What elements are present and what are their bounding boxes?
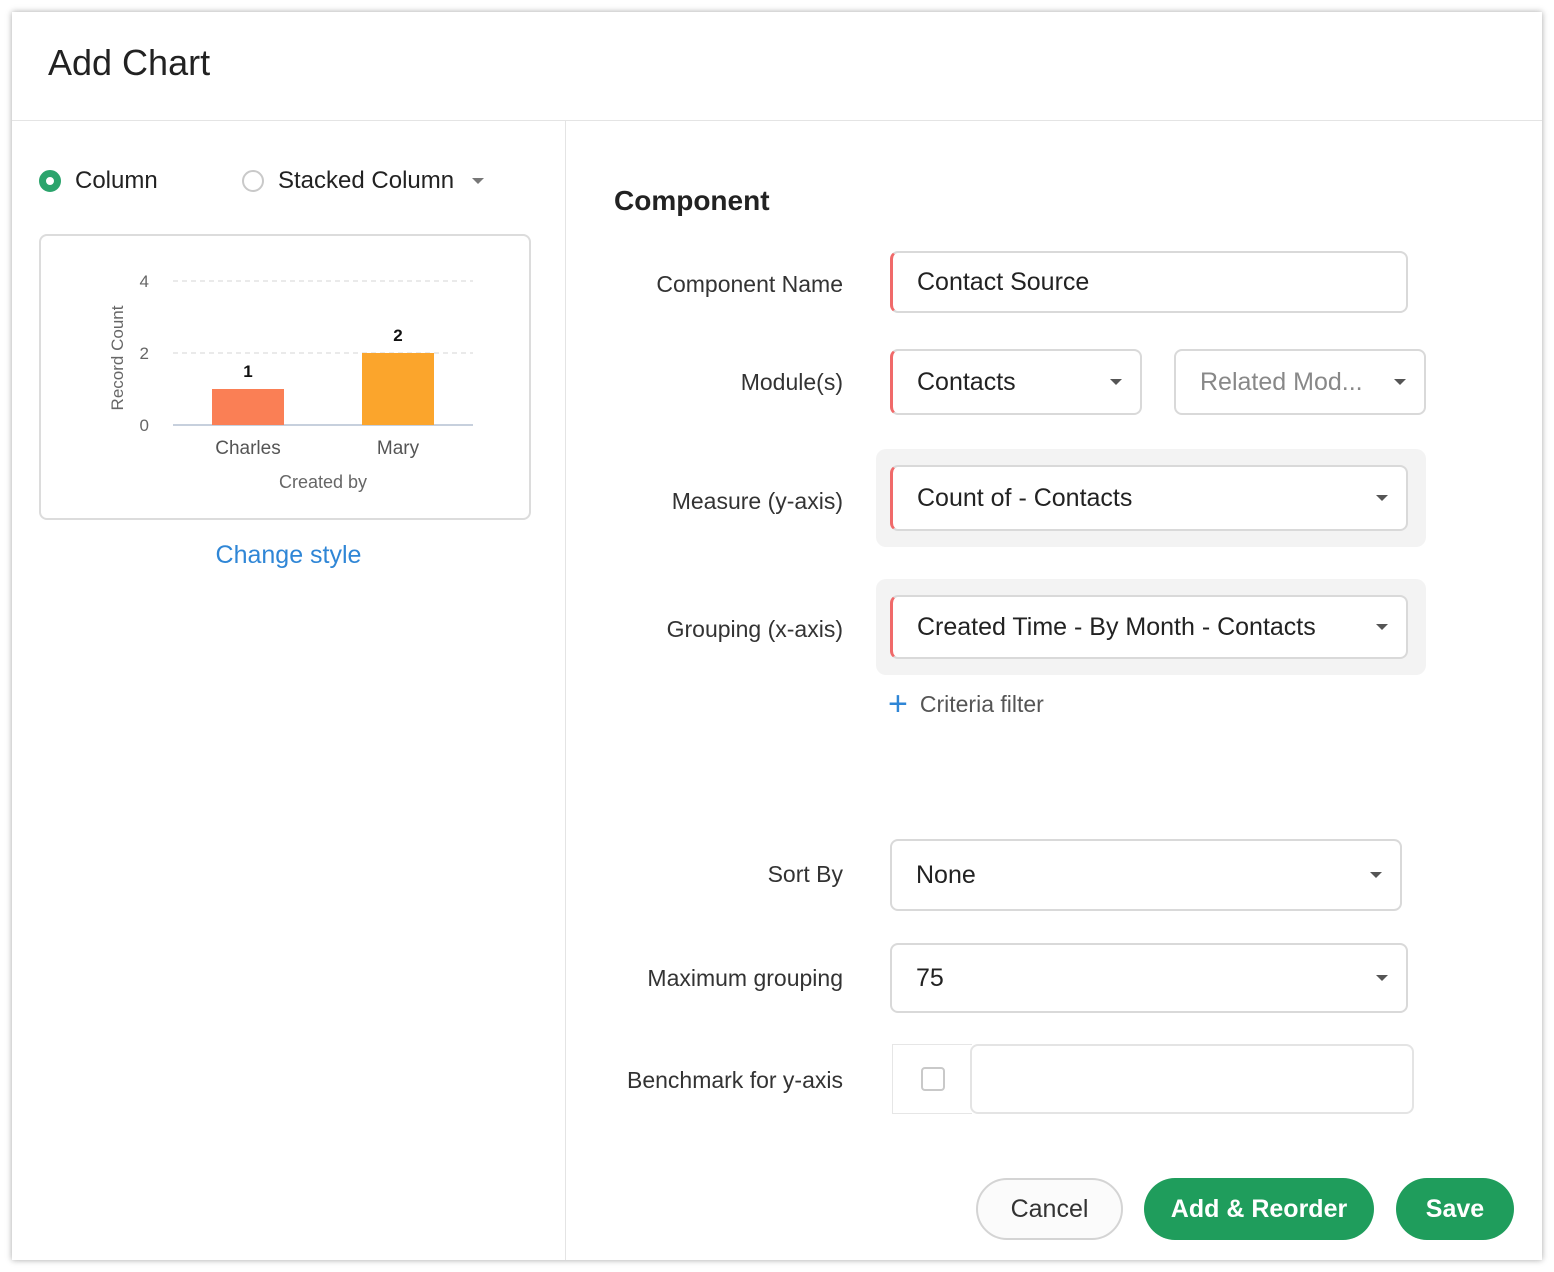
plus-icon: + [888, 685, 908, 723]
grouping-label: Grouping (x-axis) [666, 616, 843, 642]
data-label: 1 [243, 362, 252, 381]
x-tick-label: Mary [377, 438, 420, 459]
change-style-link[interactable]: Change style [12, 541, 565, 570]
chevron-down-icon [1110, 379, 1122, 385]
grouping-value: Created Time - By Month - Contacts [917, 612, 1316, 641]
add-chart-dialog: Add Chart Column Stacked Column 0 2 4 1 Char… [12, 12, 1542, 1260]
max-grouping-label: Maximum grouping [647, 965, 843, 991]
section-title: Component [614, 185, 770, 216]
chart-type-column-label: Column [75, 167, 158, 194]
chevron-down-icon[interactable] [472, 178, 485, 184]
component-name-input[interactable]: Contact Source [890, 251, 1408, 313]
data-label: 2 [393, 326, 402, 345]
sort-by-label: Sort By [767, 861, 843, 887]
sort-by-value: None [916, 860, 976, 889]
related-module-placeholder: Related Mod... [1200, 367, 1363, 396]
dialog-header: Add Chart [12, 12, 1542, 121]
y-tick-label: 0 [140, 416, 149, 435]
dialog-title: Add Chart [48, 42, 211, 83]
modules-label: Module(s) [740, 369, 843, 395]
x-axis-title: Created by [279, 472, 367, 492]
add-reorder-button[interactable]: Add & Reorder [1144, 1178, 1374, 1240]
benchmark-checkbox[interactable] [920, 1067, 945, 1091]
related-module-select[interactable]: Related Mod... [1174, 349, 1426, 415]
chart-type-column[interactable]: Column [39, 165, 158, 197]
criteria-filter-link[interactable]: + Criteria filter [888, 687, 1044, 721]
sort-by-select[interactable]: None [890, 839, 1402, 911]
chart-preview: 0 2 4 1 Charles 2 Mary Created by Record Count [39, 234, 531, 520]
y-tick-label: 4 [140, 272, 149, 291]
component-name-value: Contact Source [917, 267, 1090, 296]
chevron-down-icon [1376, 495, 1388, 501]
module-value: Contacts [917, 367, 1016, 396]
chart-preview-pane: Column Stacked Column 0 2 4 1 Charles 2 Mary Cr… [12, 121, 566, 1260]
y-axis-title: Record Count [108, 305, 127, 410]
radio-unselected-icon[interactable] [242, 170, 264, 192]
max-grouping-value: 75 [916, 963, 944, 992]
benchmark-label: Benchmark for y-axis [626, 1067, 843, 1093]
component-name-label: Component Name [656, 271, 843, 297]
criteria-filter-label: Criteria filter [919, 690, 1044, 717]
x-tick-label: Charles [215, 438, 280, 459]
component-form: Component Component Name Contact Source … [566, 121, 1542, 1260]
chevron-down-icon [1370, 872, 1382, 878]
max-grouping-select[interactable]: 75 [890, 943, 1408, 1013]
bar [362, 353, 434, 425]
y-tick-label: 2 [140, 344, 149, 363]
measure-value: Count of - Contacts [917, 483, 1133, 512]
grouping-select[interactable]: Created Time - By Month - Contacts [890, 595, 1408, 659]
benchmark-input[interactable] [970, 1044, 1414, 1114]
chart-type-stacked-column-label: Stacked Column [278, 167, 455, 194]
chart-svg: 0 2 4 1 Charles 2 Mary Created by Record Count [108, 272, 473, 492]
chart-type-stacked-column[interactable]: Stacked Column [242, 165, 485, 197]
cancel-button[interactable]: Cancel [976, 1178, 1123, 1240]
measure-select[interactable]: Count of - Contacts [890, 465, 1408, 531]
benchmark-checkbox-wrap [892, 1044, 972, 1114]
save-button[interactable]: Save [1396, 1178, 1514, 1240]
chevron-down-icon [1376, 975, 1388, 981]
bar [212, 389, 284, 425]
measure-label: Measure (y-axis) [671, 488, 843, 514]
radio-selected-icon[interactable] [39, 170, 61, 192]
module-select[interactable]: Contacts [890, 349, 1142, 415]
chevron-down-icon [1394, 379, 1406, 385]
chevron-down-icon [1376, 624, 1388, 630]
